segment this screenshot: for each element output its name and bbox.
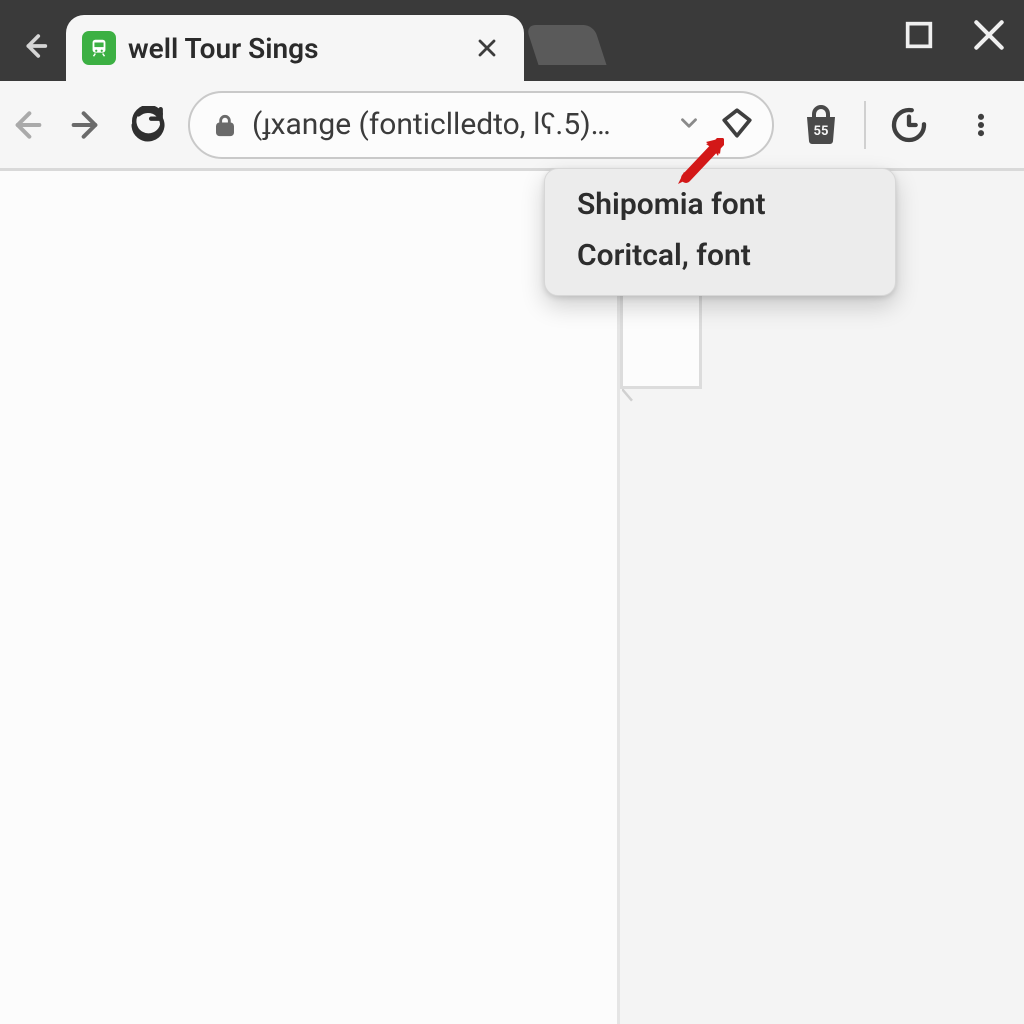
- bookmark-diamond-icon: [720, 106, 754, 140]
- train-icon: [88, 37, 110, 59]
- extension-button[interactable]: 55: [792, 96, 850, 154]
- nav-forward-button[interactable]: [61, 96, 112, 154]
- clock-icon: [889, 105, 929, 145]
- inactive-tab[interactable]: [526, 25, 607, 65]
- arrow-left-icon: [6, 105, 46, 145]
- dropdown-chevron[interactable]: [676, 110, 702, 140]
- lock-icon: [212, 110, 238, 140]
- toolbar: (ɟxange (fonticlledto, lʕ.5)… 55: [0, 81, 1024, 171]
- timer-button[interactable]: [880, 96, 938, 154]
- window-back-button[interactable]: [12, 24, 56, 68]
- close-icon: [475, 36, 499, 60]
- tab-close-button[interactable]: [470, 31, 504, 65]
- reload-icon: [129, 106, 167, 144]
- arrow-left-icon: [17, 29, 51, 63]
- toolbar-right: 55: [792, 96, 1010, 154]
- dropdown-item-1[interactable]: Coritcal, font: [545, 230, 895, 281]
- chevron-down-icon: [676, 110, 702, 136]
- suggestions-dropdown: Shipomia font Coritcal, font: [544, 168, 896, 296]
- titlebar: well Tour Sings: [0, 0, 1024, 81]
- toolbar-divider: [864, 101, 866, 149]
- reload-button[interactable]: [123, 96, 174, 154]
- omnibox-actions: [676, 106, 754, 144]
- active-tab[interactable]: well Tour Sings: [66, 15, 524, 81]
- nav-back-button[interactable]: [0, 96, 51, 154]
- window-close-button[interactable]: [954, 0, 1024, 70]
- address-bar[interactable]: (ɟxange (fonticlledto, lʕ.5)…: [188, 91, 774, 159]
- kebab-menu-icon: [967, 105, 995, 145]
- content-left-pane: [0, 171, 620, 1024]
- tab-favicon: [82, 31, 116, 65]
- menu-button[interactable]: [952, 96, 1010, 154]
- window-controls: [884, 0, 1024, 70]
- url-text: (ɟxange (fonticlledto, lʕ.5)…: [252, 107, 662, 142]
- tab-title: well Tour Sings: [128, 32, 318, 65]
- bookmark-button[interactable]: [720, 106, 754, 144]
- dropdown-item-0[interactable]: Shipomia font: [545, 179, 895, 230]
- shopping-bag-icon: 55: [800, 105, 842, 145]
- extension-badge-text: 55: [814, 124, 829, 139]
- arrow-right-icon: [67, 105, 107, 145]
- maximize-icon: [902, 18, 936, 52]
- speech-bubble-tail: [622, 389, 642, 409]
- maximize-button[interactable]: [884, 0, 954, 70]
- close-icon: [970, 16, 1008, 54]
- page-content: [0, 171, 1024, 1024]
